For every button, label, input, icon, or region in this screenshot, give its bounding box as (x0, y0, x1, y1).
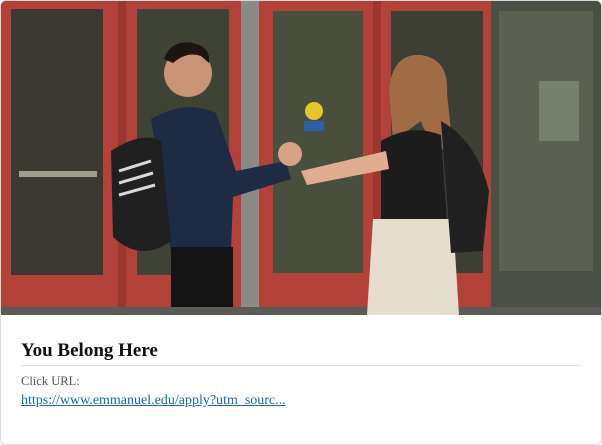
divider (21, 365, 581, 366)
hero-photo[interactable] (1, 1, 601, 315)
click-url-link[interactable]: https://www.emmanuel.edu/apply?utm_sourc… (21, 392, 286, 410)
ad-preview-card: You Belong Here Click URL: https://www.e… (0, 0, 602, 445)
click-url-label: Click URL: (21, 374, 80, 388)
headline: You Belong Here (21, 340, 158, 361)
